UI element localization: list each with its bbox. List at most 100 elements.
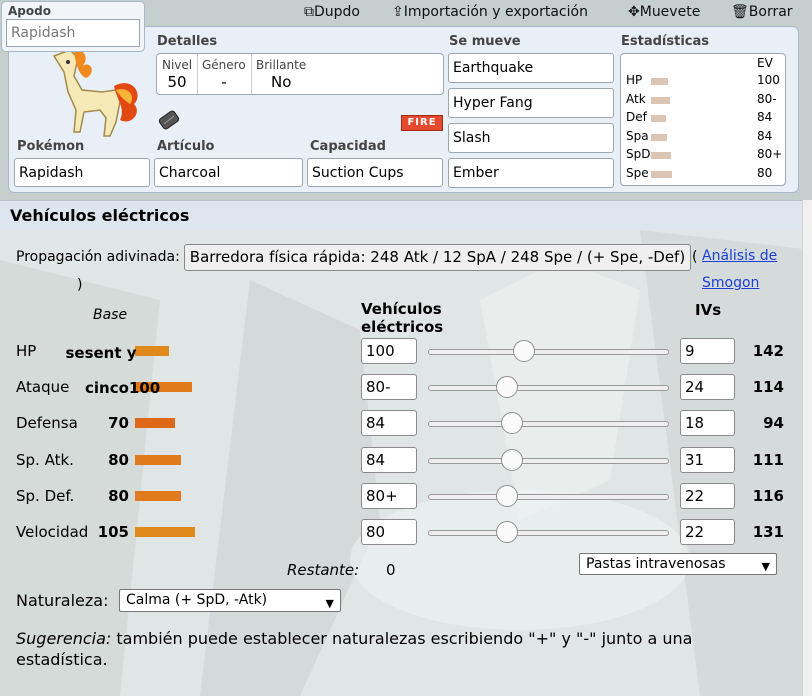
copy-icon: ⧉ — [304, 4, 314, 20]
duplicate-button[interactable]: ⧉Dupdo — [304, 4, 360, 20]
stat-summary-ev: 80 — [757, 165, 773, 180]
stat-total: 116 — [752, 486, 784, 505]
ev-input[interactable]: 84 — [361, 410, 417, 437]
ivs-column-header: IVs — [695, 301, 722, 319]
stat-total: 94 — [763, 414, 784, 433]
level-label: Nivel — [162, 58, 193, 72]
stat-summary-row: Spe 80 — [621, 166, 785, 184]
ev-slider-track[interactable] — [428, 385, 669, 392]
stat-base-bar — [135, 490, 181, 501]
pokemon-input[interactable]: Rapidash — [14, 158, 150, 187]
stat-base-bar — [135, 527, 195, 537]
hint-prefix: Sugerencia: — [16, 629, 112, 648]
stat-summary-name: Spe — [626, 165, 649, 180]
stat-base-bar — [135, 346, 169, 356]
stat-summary-ev: 84 — [757, 128, 773, 143]
ev-slider-track[interactable] — [428, 493, 669, 500]
fire-type-badge: FIRE — [401, 115, 443, 131]
ev-header: EV — [757, 56, 773, 70]
charcoal-item-icon — [158, 110, 180, 130]
stat-name: Sp. Atk. — [16, 450, 74, 469]
ev-slider-track[interactable] — [428, 457, 669, 464]
stats-summary-box[interactable]: EV HP 100 Atk 80- Def 84 Spa 84 SpD 80+ Spe 80 — [620, 53, 786, 186]
level-column: Nivel 50 — [157, 54, 198, 94]
smogon-analysis-link[interactable]: Análisis de Smogon — [702, 243, 792, 297]
hp-base-overflow-text: sesent y — [65, 344, 137, 362]
stat-summary-bar — [651, 115, 666, 122]
iv-input[interactable]: 24 — [680, 374, 735, 401]
import-export-label: Importación y exportación — [403, 4, 588, 20]
stat-base-value: 70 — [108, 414, 129, 433]
ev-slider-track[interactable] — [428, 349, 669, 355]
gender-label: Género — [202, 58, 246, 72]
stat-total: 111 — [752, 450, 784, 469]
import-export-button[interactable]: ⇪Importación y exportación — [392, 4, 588, 20]
ivs-preset-select[interactable]: Pastas intravenosas ▼ — [579, 553, 777, 575]
stat-summary-bar — [651, 78, 668, 85]
ev-input[interactable]: 100 — [361, 338, 417, 364]
section-title: Vehículos eléctricos — [0, 200, 802, 230]
level-value: 50 — [167, 73, 187, 91]
stat-total: 114 — [752, 378, 784, 397]
ev-slider-thumb[interactable] — [501, 448, 523, 471]
stat-base-bar — [135, 418, 175, 429]
iv-input[interactable]: 18 — [680, 410, 735, 437]
iv-input[interactable]: 22 — [680, 482, 735, 509]
stat-summary-name: HP — [626, 73, 643, 87]
vertical-scrollbar[interactable] — [802, 200, 812, 696]
stat-summary-name: SpD — [626, 147, 651, 161]
ev-slider-track[interactable] — [428, 421, 669, 428]
paren-close: ) — [77, 277, 83, 293]
hint-text: también puede establecer naturalezas esc… — [16, 629, 693, 669]
ev-input[interactable]: 80 — [361, 519, 417, 545]
chevron-down-icon: ▼ — [761, 560, 770, 573]
iv-input[interactable]: 9 — [680, 338, 735, 364]
details-label: Detalles — [157, 34, 218, 49]
ev-slider-thumb[interactable] — [496, 521, 518, 543]
move-4-input[interactable]: Ember — [448, 158, 614, 188]
delete-button[interactable]: 🗑Borrar — [731, 4, 793, 20]
item-input[interactable]: Charcoal — [154, 158, 303, 187]
ev-slider-thumb[interactable] — [496, 484, 518, 507]
stat-summary-bar — [651, 133, 667, 141]
gender-value: - — [221, 73, 227, 91]
iv-input[interactable]: 31 — [680, 446, 735, 473]
move-button[interactable]: ✥Muevete — [628, 4, 700, 20]
nature-select[interactable]: Calma (+ SpD, -Atk) ▼ — [119, 589, 341, 612]
move-3-input[interactable]: Slash — [448, 123, 614, 153]
shiny-label: Brillante — [256, 58, 307, 72]
shiny-column: Brillante No — [251, 54, 441, 94]
stats-label: Estadísticas — [621, 34, 709, 49]
ev-slider-track[interactable] — [428, 530, 669, 536]
duplicate-label: Dupdo — [314, 4, 360, 20]
ev-slider-thumb[interactable] — [513, 340, 535, 362]
ev-input[interactable]: 80+ — [361, 482, 417, 509]
stat-total: 142 — [752, 342, 784, 360]
item-label: Artículo — [157, 139, 215, 154]
stat-summary-ev: 80+ — [757, 147, 783, 161]
stat-summary-ev: 100 — [757, 73, 780, 87]
move-1-input[interactable]: Earthquake — [448, 53, 614, 83]
ev-input[interactable]: 84 — [361, 446, 417, 473]
stat-summary-row: Atk 80- — [621, 92, 785, 110]
evs-column-header: Vehículos eléctricos — [361, 300, 444, 336]
stat-summary-name: Def — [626, 110, 647, 124]
details-box[interactable]: Nivel 50 Género - Brillante No — [156, 53, 444, 95]
remaining-label: Restante: — [287, 561, 360, 579]
nickname-input[interactable]: Rapidash — [6, 19, 140, 47]
stat-name: Sp. Def. — [16, 486, 75, 505]
stat-summary-row: Def 84 — [621, 110, 785, 128]
ivs-preset-value: Pastas intravenosas — [586, 556, 726, 572]
stat-summary-bar — [651, 152, 671, 159]
ev-input[interactable]: 80- — [361, 374, 417, 401]
base-column-header: Base — [93, 307, 128, 323]
ability-input[interactable]: Suction Cups — [307, 158, 443, 187]
guessed-spread-button[interactable]: Barredora física rápida: 248 Atk / 12 Sp… — [184, 244, 691, 271]
iv-input[interactable]: 22 — [680, 519, 735, 545]
move-2-input[interactable]: Hyper Fang — [448, 88, 614, 118]
move-label: Muevete — [639, 4, 701, 20]
moves-label: Se mueve — [449, 34, 521, 49]
stat-name: HP — [16, 342, 37, 360]
pokemon-label: Pokémon — [17, 139, 85, 154]
stat-summary-name: Atk — [626, 91, 646, 106]
